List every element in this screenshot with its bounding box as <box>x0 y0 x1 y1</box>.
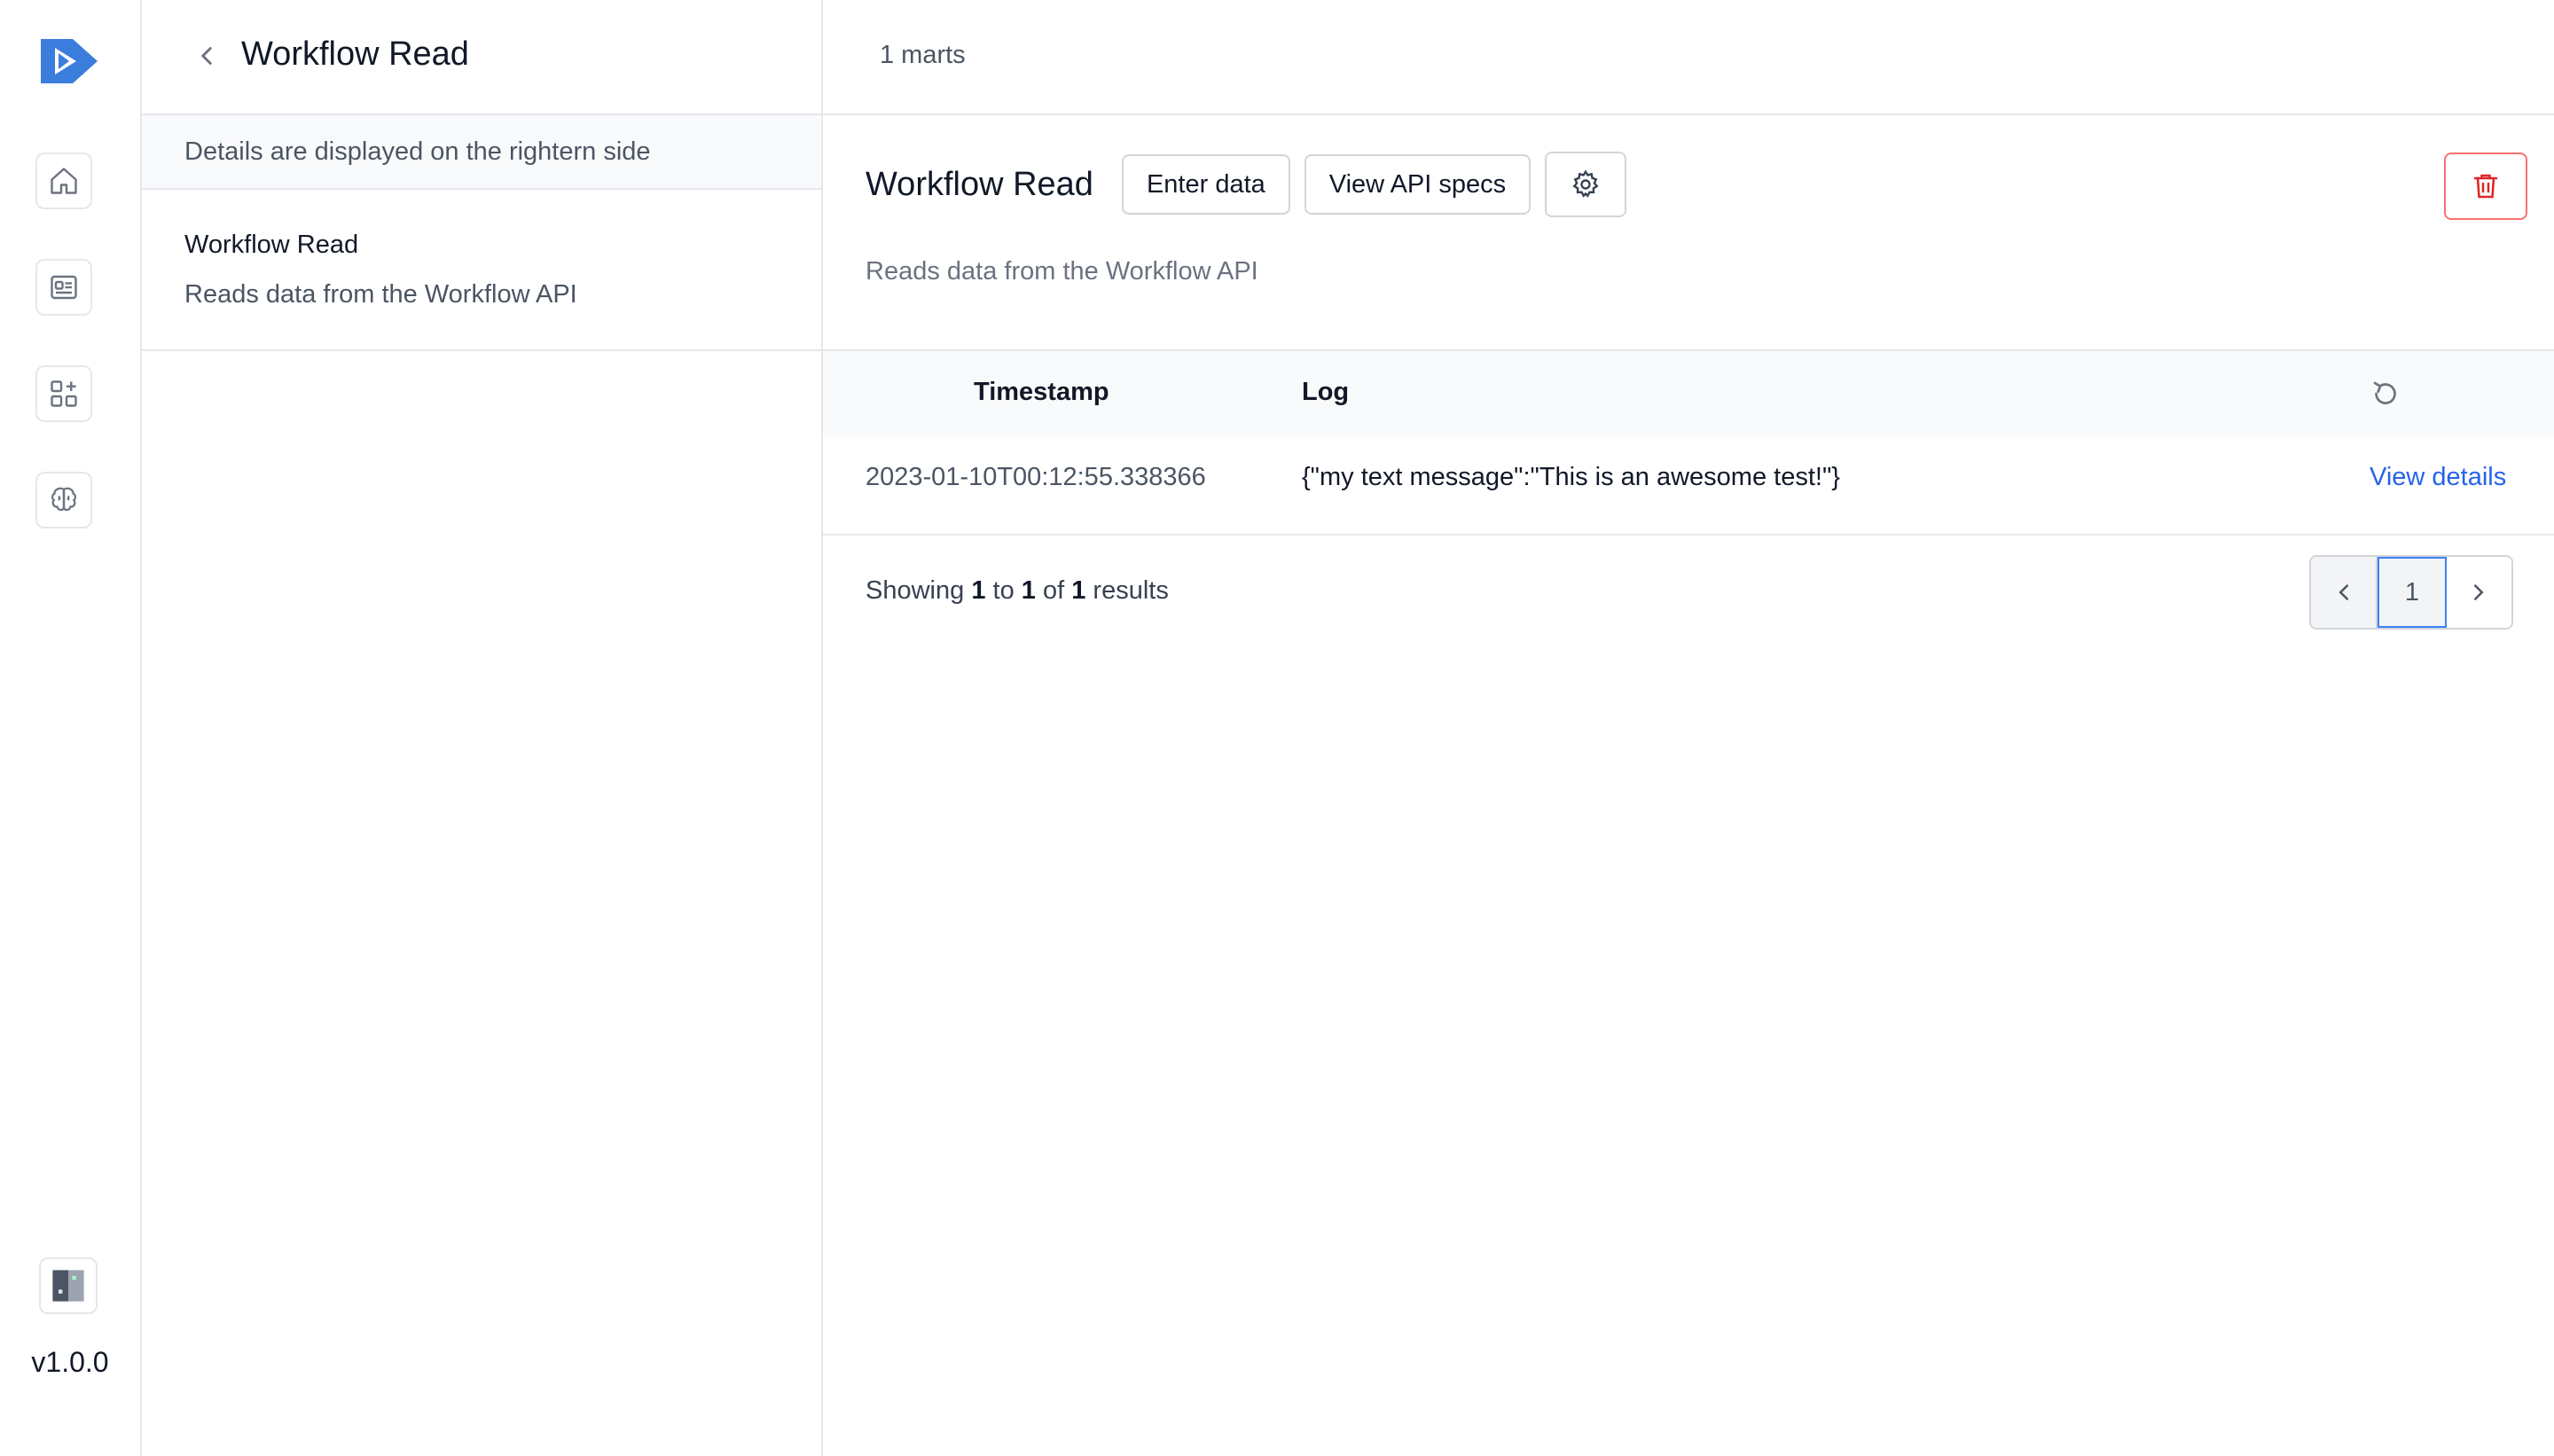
user-avatar[interactable] <box>39 1257 98 1314</box>
icon-rail: v1.0.0 <box>0 0 142 1456</box>
avatar-icon <box>52 1270 84 1302</box>
brain-icon <box>51 487 76 512</box>
enter-data-button[interactable]: Enter data <box>1121 154 1290 215</box>
list-item-description: Reads data from the Workflow API <box>184 280 577 309</box>
table-row: 2023-01-10T00:12:55.338366 {"my text mes… <box>823 436 2554 536</box>
chevron-right-icon <box>2474 584 2484 600</box>
table-header: Timestamp Log <box>823 349 2554 436</box>
widgets-add-icon <box>51 380 77 407</box>
home-button[interactable] <box>35 153 92 209</box>
results-of-word: of <box>1042 576 1065 605</box>
column-header-log: Log <box>1302 378 1350 406</box>
app-version: v1.0.0 <box>31 1346 109 1378</box>
sidebar-panel: Workflow Read Details are displayed on t… <box>142 0 823 1456</box>
results-suffix: results <box>1093 576 1169 605</box>
results-from: 1 <box>971 576 986 605</box>
page-description: Reads data from the Workflow API <box>866 257 1258 286</box>
view-api-specs-button[interactable]: View API specs <box>1304 154 1532 215</box>
column-header-timestamp: Timestamp <box>974 378 1109 406</box>
marts-button[interactable] <box>35 365 92 422</box>
results-to-word: to <box>992 576 1015 605</box>
chevron-left-icon[interactable] <box>192 41 222 71</box>
logo-icon[interactable] <box>37 32 101 90</box>
list-item-name: Workflow Read <box>184 231 359 259</box>
sidebar-header: Workflow Read <box>142 0 821 115</box>
page-number-button[interactable]: 1 <box>2378 557 2447 628</box>
view-details-link[interactable]: View details <box>2370 463 2506 492</box>
home-icon <box>51 168 77 194</box>
results-prefix: Showing <box>866 576 965 605</box>
results-total: 1 <box>1071 576 1086 605</box>
pagination: 1 <box>2309 555 2513 630</box>
sidebar-info-text: Details are displayed on the rightern si… <box>142 115 821 190</box>
id-card-icon <box>51 275 77 300</box>
main-header: 1 marts <box>823 0 2554 115</box>
results-summary: Showing 1 to 1 of 1 results <box>866 576 1169 606</box>
results-to: 1 <box>1021 576 1036 605</box>
gear-icon <box>1572 169 1599 198</box>
mart-count: 1 marts <box>880 41 966 69</box>
row-timestamp: 2023-01-10T00:12:55.338366 <box>866 463 1206 491</box>
refresh-icon[interactable] <box>2370 378 2401 410</box>
previous-page-button[interactable] <box>2311 557 2378 628</box>
profile-card-button[interactable] <box>35 259 92 316</box>
trash-icon <box>2473 174 2498 199</box>
page-title: Workflow Read <box>866 165 1093 203</box>
chevron-left-icon <box>2339 584 2348 600</box>
settings-button[interactable] <box>1545 152 1627 217</box>
log-table: Timestamp Log 2023-01-10T00:12:55.338366… <box>823 349 2554 536</box>
sidebar-title: Workflow Read <box>241 35 469 73</box>
brain-button[interactable] <box>35 472 92 528</box>
delete-button[interactable] <box>2444 153 2527 220</box>
title-row: Workflow Read Enter data View API specs <box>866 152 1641 217</box>
list-item[interactable]: Workflow Read Reads data from the Workfl… <box>142 190 821 351</box>
main-content: 1 marts Workflow Read Enter data View AP… <box>823 0 2554 1456</box>
row-log: {"my text message":"This is an awesome t… <box>1302 463 1840 491</box>
next-page-button[interactable] <box>2446 557 2511 628</box>
